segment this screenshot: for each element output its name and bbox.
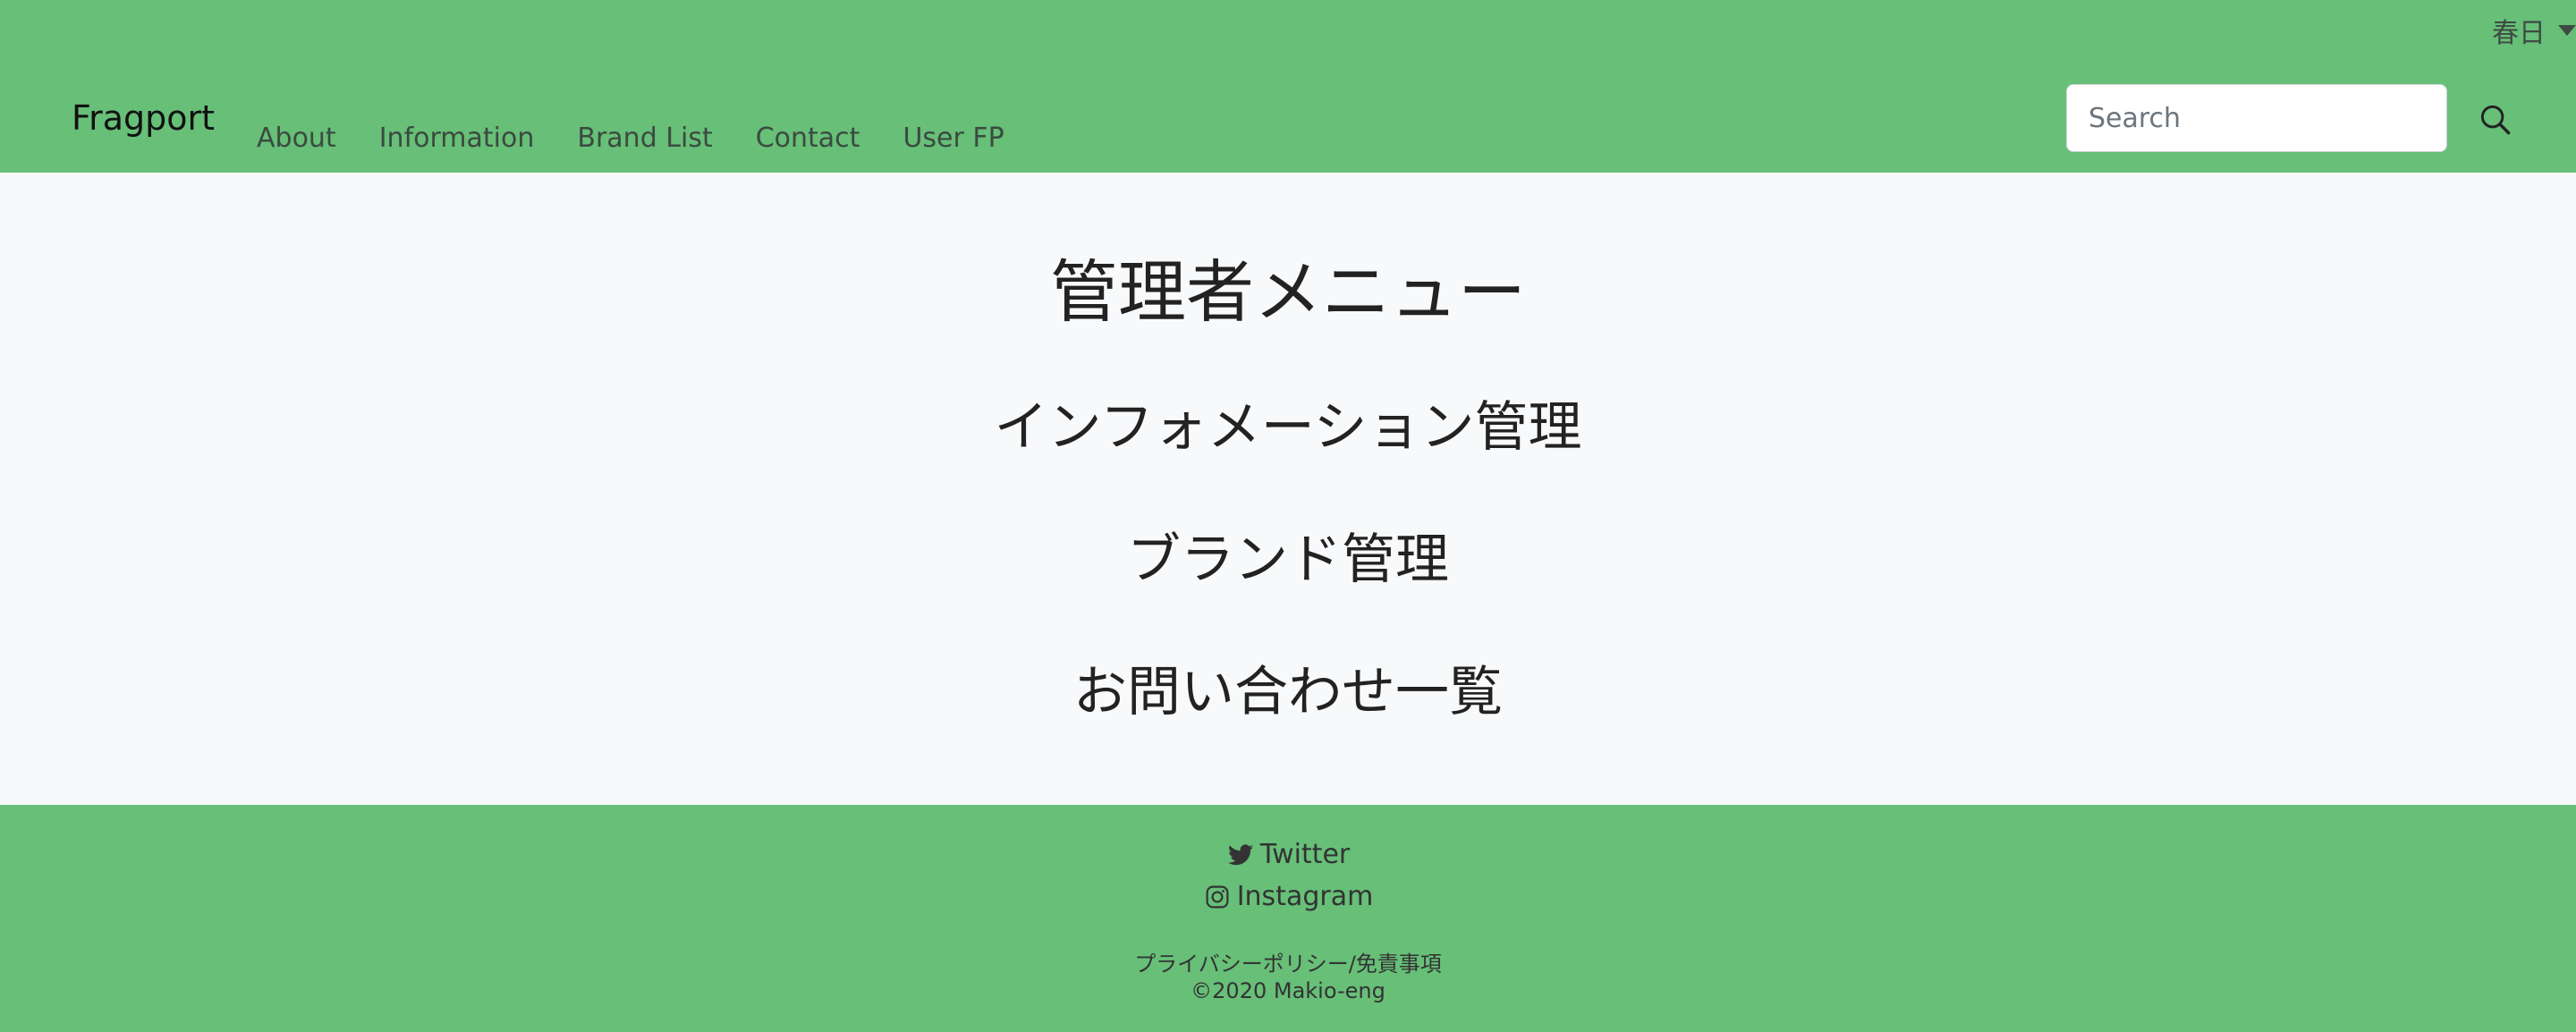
main-content: 管理者メニュー インフォメーション管理 ブランド管理 お問い合わせ一覧	[0, 173, 2576, 805]
nav-user-fp[interactable]: User FP	[902, 123, 1004, 154]
nav-information[interactable]: Information	[379, 123, 535, 154]
copyright-text: ©2020 Makio-eng	[1191, 978, 1385, 1003]
nav-brand-list[interactable]: Brand List	[577, 123, 712, 154]
nav-about[interactable]: About	[257, 123, 336, 154]
contact-list-link[interactable]: お問い合わせ一覧	[0, 648, 2576, 726]
search-icon	[2480, 105, 2511, 135]
chevron-down-icon	[2558, 25, 2576, 36]
main-nav: About Information Brand List Contact Use…	[257, 123, 1004, 154]
page-title: 管理者メニュー	[1050, 252, 1526, 332]
brand-logo[interactable]: Fragport	[72, 98, 215, 138]
instagram-label: Instagram	[1236, 881, 1374, 912]
page: 春日 Fragport About Information Brand List…	[0, 0, 2576, 1032]
search-input[interactable]	[2066, 84, 2447, 152]
nav-contact[interactable]: Contact	[756, 123, 860, 154]
privacy-policy-link[interactable]: プライバシーポリシー/免責事項	[0, 946, 2576, 977]
twitter-icon	[1226, 841, 1255, 869]
twitter-link[interactable]: Twitter	[0, 839, 2576, 870]
user-name: 春日	[2492, 18, 2546, 49]
information-management-link[interactable]: インフォメーション管理	[0, 384, 2576, 461]
instagram-icon	[1203, 883, 1232, 911]
footer: Twitter Instagram プライバシーポリシー/免責事項 ©2020 …	[0, 805, 2576, 1032]
brand-management-link[interactable]: ブランド管理	[0, 516, 2576, 594]
header: 春日 Fragport About Information Brand List…	[0, 0, 2576, 173]
instagram-link[interactable]: Instagram	[0, 881, 2576, 912]
user-menu-toggle[interactable]: 春日	[2492, 11, 2576, 50]
twitter-label: Twitter	[1259, 839, 1351, 870]
search-button[interactable]	[2469, 93, 2522, 147]
